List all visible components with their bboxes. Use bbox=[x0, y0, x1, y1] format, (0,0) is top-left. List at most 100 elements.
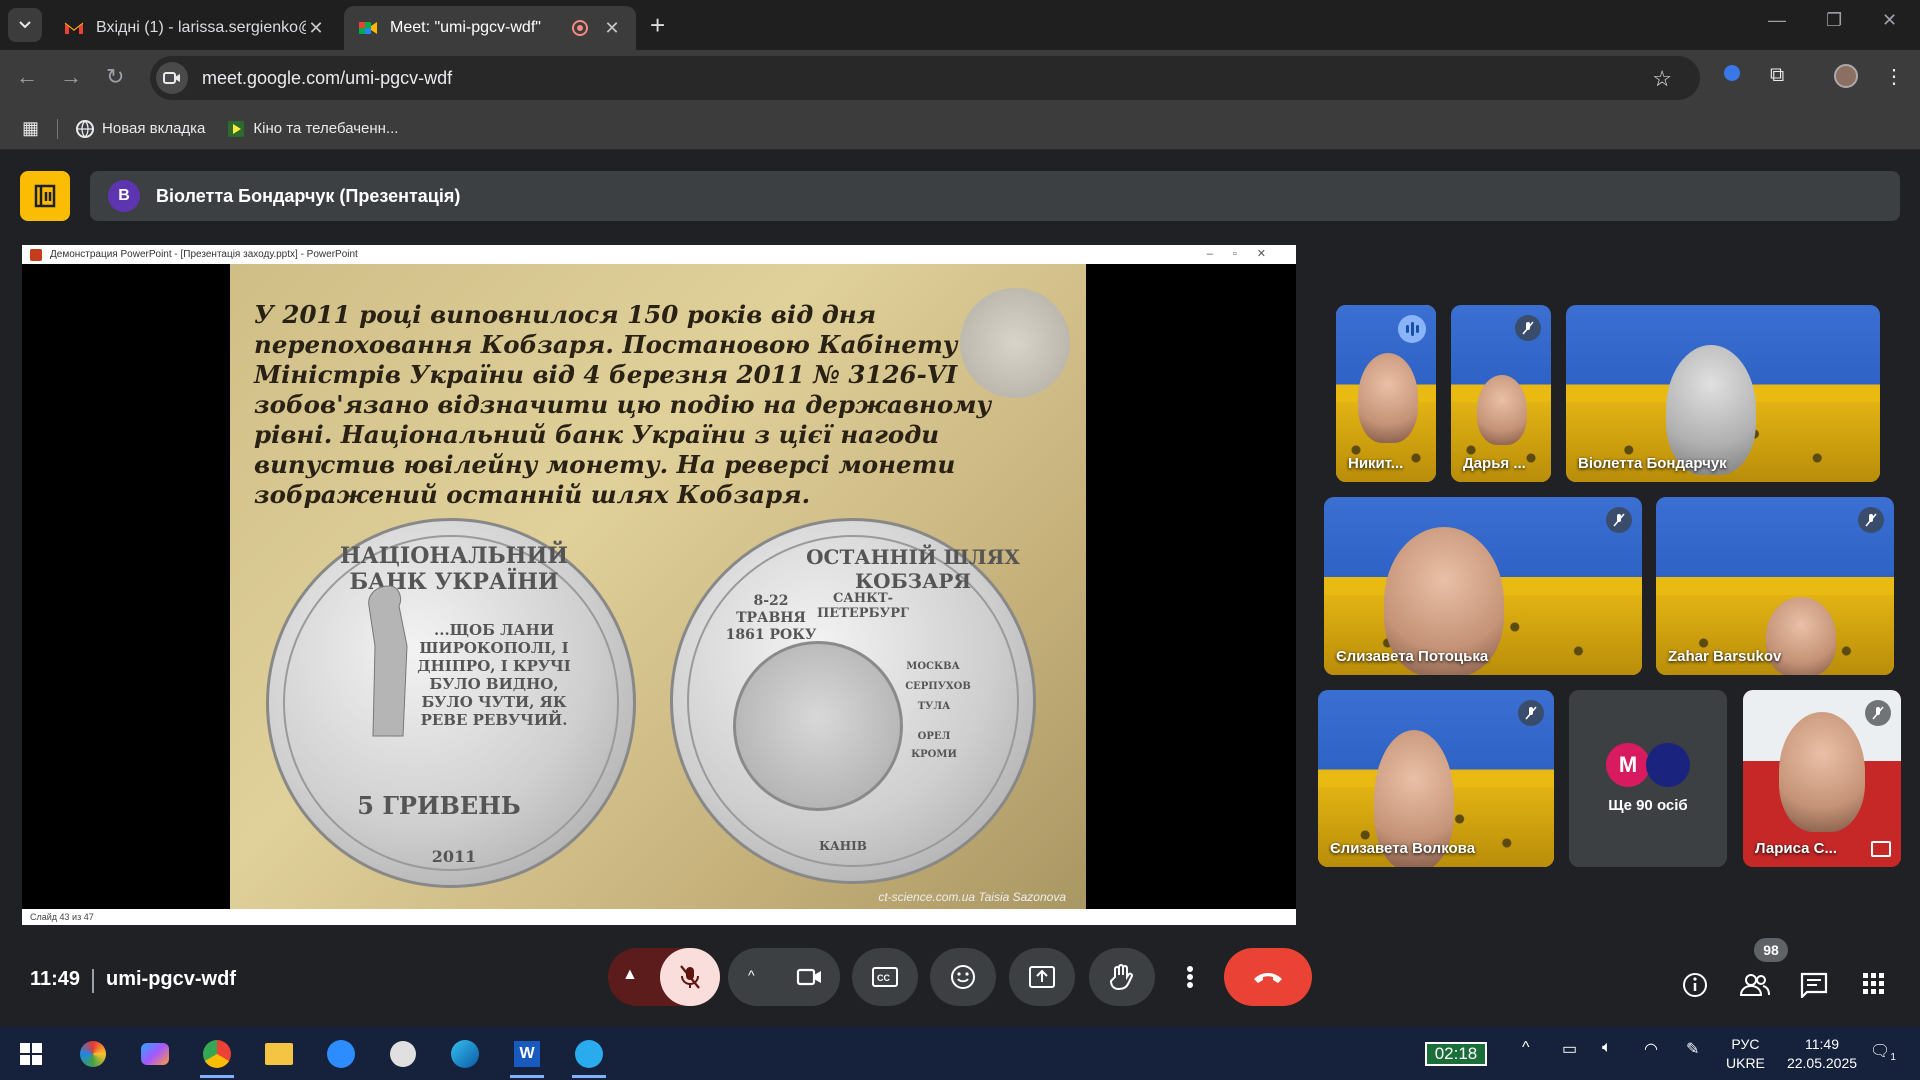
taskbar-app-edge[interactable] bbox=[446, 1035, 484, 1073]
timer-widget[interactable]: 02:18 bbox=[1425, 1042, 1487, 1066]
coin-right-dates: 8-22 ТРАВНЯ 1861 РОКУ bbox=[725, 593, 817, 643]
tab-search-button[interactable] bbox=[8, 8, 42, 42]
hand-icon bbox=[1110, 964, 1133, 991]
language-indicator[interactable]: РУС UKRE bbox=[1726, 1035, 1765, 1073]
participant-name: Єлизавета Потоцька bbox=[1336, 648, 1489, 665]
participant-avatar: M bbox=[1606, 743, 1650, 787]
bookmark-new-tab[interactable]: Новая вкладка bbox=[76, 119, 205, 138]
taskbar-app-word[interactable]: W bbox=[508, 1035, 546, 1078]
presentation-layout-button[interactable] bbox=[20, 171, 70, 221]
divider bbox=[92, 969, 94, 993]
reload-icon[interactable]: ↻ bbox=[106, 64, 124, 90]
mic-off-icon bbox=[1606, 507, 1632, 533]
avatar[interactable] bbox=[1834, 64, 1858, 94]
minimize-icon[interactable]: — bbox=[1768, 10, 1786, 31]
participant-name: Єлизавета Волкова bbox=[1330, 840, 1476, 857]
raise-hand-button[interactable] bbox=[1089, 948, 1155, 1006]
chat-button[interactable] bbox=[1800, 972, 1828, 1003]
taskbar-app-telegram[interactable] bbox=[570, 1035, 608, 1078]
reactions-button[interactable] bbox=[930, 948, 996, 1006]
mic-toggle-button[interactable] bbox=[660, 948, 720, 1006]
wifi-icon[interactable]: ◠ bbox=[1644, 1039, 1658, 1059]
back-icon[interactable]: ← bbox=[16, 64, 38, 90]
address-bar: ← → ↻ meet.google.com/umi-pgcv-wdf ☆ ⧉ ⋮ bbox=[0, 50, 1920, 108]
info-button[interactable] bbox=[1682, 972, 1708, 1003]
menu-icon[interactable]: ⋮ bbox=[1884, 64, 1904, 89]
taskbar-app-paint[interactable] bbox=[74, 1035, 112, 1073]
taskbar-app-teamviewer[interactable] bbox=[384, 1035, 422, 1073]
participant-tile[interactable]: Дарья ... bbox=[1451, 305, 1551, 482]
participant-tile[interactable]: Віолетта Бондарчук bbox=[1566, 305, 1880, 482]
participant-tile[interactable]: Никит... bbox=[1336, 305, 1436, 482]
tab-title: Meet: "umi-pgcv-wdf" bbox=[390, 19, 541, 36]
site-info-icon[interactable] bbox=[156, 62, 188, 94]
people-button[interactable] bbox=[1739, 972, 1770, 1003]
apps-grid-icon bbox=[1863, 973, 1884, 994]
bookmark-star-icon[interactable]: ☆ bbox=[1652, 66, 1672, 92]
forward-icon[interactable]: → bbox=[60, 64, 82, 90]
system-clock[interactable]: 11:49 22.05.2025 bbox=[1774, 1035, 1870, 1073]
captions-icon: CC bbox=[872, 967, 898, 987]
chrome-icon bbox=[203, 1040, 231, 1068]
lang-line2: UKRE bbox=[1726, 1055, 1765, 1071]
new-tab-button[interactable]: + bbox=[650, 10, 665, 41]
tab-title: Вхідні (1) - larissa.sergienko@g bbox=[96, 19, 306, 36]
volume-icon[interactable]: 🔈︎ bbox=[1602, 1039, 1612, 1057]
taskbar-app-zoom[interactable] bbox=[322, 1035, 360, 1073]
info-icon bbox=[1683, 973, 1707, 997]
speaking-indicator-icon bbox=[1398, 315, 1426, 343]
captions-button[interactable]: CC bbox=[852, 948, 918, 1006]
bookmarks-bar: ▦ Новая вкладка Кіно та телебаченн... bbox=[0, 108, 1920, 150]
powerpoint-icon bbox=[30, 248, 42, 261]
participant-tile[interactable]: Єлизавета Потоцька bbox=[1324, 497, 1642, 675]
mic-off-icon bbox=[1518, 700, 1544, 726]
more-options-button[interactable] bbox=[1168, 948, 1212, 1006]
restore-icon[interactable]: ❐ bbox=[1826, 10, 1842, 31]
meet-stage: В Віолетта Бондарчук (Презентація) Демон… bbox=[0, 151, 1920, 1027]
video-options-button[interactable]: ^ bbox=[748, 967, 755, 983]
taskbar-app-chrome[interactable] bbox=[198, 1035, 236, 1078]
app-icon bbox=[390, 1041, 416, 1067]
start-button[interactable] bbox=[12, 1035, 50, 1073]
participant-tile[interactable]: Zahar Barsukov bbox=[1656, 497, 1894, 675]
more-participants-tile[interactable]: M Ще 90 осіб bbox=[1569, 690, 1727, 867]
lang-line1: РУС bbox=[1731, 1036, 1760, 1052]
tab-meet[interactable]: Meet: "umi-pgcv-wdf" ✕ bbox=[344, 6, 636, 50]
close-tab-icon[interactable]: ✕ bbox=[602, 18, 622, 39]
close-tab-icon[interactable]: ✕ bbox=[306, 18, 326, 39]
omnibox[interactable]: meet.google.com/umi-pgcv-wdf ☆ bbox=[150, 56, 1700, 100]
participant-avatar-image bbox=[1646, 743, 1690, 787]
tray-overflow-icon[interactable]: ^ bbox=[1522, 1039, 1530, 1057]
leave-call-button[interactable] bbox=[1224, 948, 1312, 1006]
telegram-icon bbox=[575, 1040, 603, 1068]
windows-icon bbox=[20, 1043, 42, 1065]
profile-dot-icon[interactable] bbox=[1724, 64, 1740, 87]
portrait-medallion bbox=[733, 641, 903, 811]
taskbar-app-copilot[interactable] bbox=[136, 1035, 174, 1073]
extensions-icon[interactable]: ⧉ bbox=[1770, 64, 1784, 87]
close-window-icon[interactable]: ✕ bbox=[1882, 10, 1897, 31]
participant-tile[interactable]: Лариса С... bbox=[1743, 690, 1901, 867]
video-icon bbox=[228, 120, 245, 137]
audio-options-button[interactable]: ▲ bbox=[622, 966, 638, 984]
participant-tile[interactable]: Єлизавета Волкова bbox=[1318, 690, 1554, 867]
pip-icon[interactable] bbox=[1871, 841, 1891, 857]
presenter-title: Віолетта Бондарчук (Презентація) bbox=[156, 185, 461, 206]
camera-toggle-button[interactable] bbox=[780, 948, 840, 1006]
paint-icon bbox=[80, 1041, 106, 1067]
taskbar-app-explorer[interactable] bbox=[260, 1035, 298, 1073]
camera-control-group: ^ bbox=[728, 948, 840, 1006]
window-controls: –▫✕ bbox=[1206, 248, 1286, 260]
battery-icon[interactable]: ▭ bbox=[1562, 1039, 1577, 1059]
gmail-icon bbox=[64, 22, 84, 34]
present-button[interactable] bbox=[1009, 948, 1075, 1006]
notification-icon[interactable]: 🗨︎1 bbox=[1870, 1041, 1896, 1063]
pen-icon[interactable]: ✎ bbox=[1686, 1039, 1699, 1059]
copilot-icon bbox=[141, 1043, 169, 1065]
activities-button[interactable] bbox=[1862, 972, 1886, 1001]
coin-city: МОСКВА bbox=[906, 661, 960, 672]
tab-gmail[interactable]: Вхідні (1) - larissa.sergienko@g ✕ bbox=[50, 6, 340, 50]
bookmark-cinema[interactable]: Кіно та телебаченн... bbox=[227, 120, 398, 138]
coin-left-denomination: 5 ГРИВЕНЬ bbox=[357, 791, 521, 820]
apps-icon[interactable]: ▦ bbox=[22, 118, 39, 139]
